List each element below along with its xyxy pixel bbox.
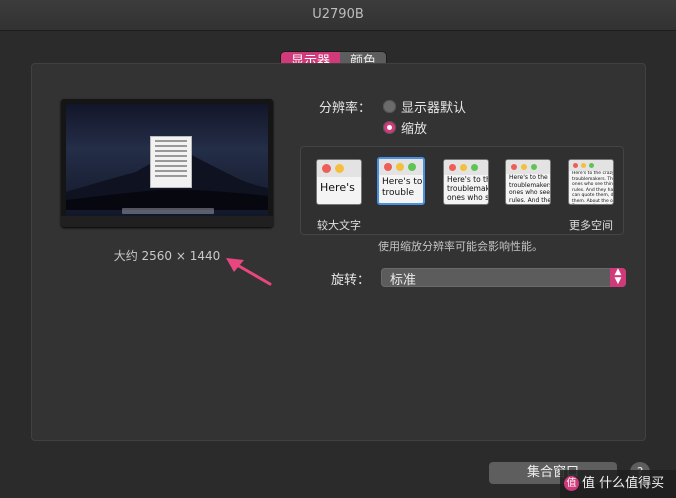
- scale-option-3[interactable]: Here's to th troublemak ones who se: [443, 159, 489, 205]
- more-space-caption: 更多空间: [569, 219, 613, 232]
- mini-document-window: [150, 136, 192, 188]
- chevron-updown-icon[interactable]: ▲ ▼: [610, 268, 626, 287]
- annotation-arrow-icon: [226, 258, 272, 286]
- monitor-screen: [66, 104, 268, 216]
- watermark: 值 值 什么值得买: [560, 470, 676, 498]
- larger-text-caption: 较大文字: [317, 219, 361, 232]
- resolution-label: 分辨率：: [319, 101, 372, 116]
- thumb-text: Here's to the crazy one troublemakers. T…: [572, 171, 613, 204]
- radio-button[interactable]: [383, 100, 396, 113]
- performance-note: 使用缩放分辨率可能会影响性能。: [378, 240, 543, 253]
- radio-scaled[interactable]: 缩放: [383, 118, 427, 137]
- thumb-text: Here's: [320, 181, 355, 194]
- scale-option-2[interactable]: Here's to trouble: [377, 157, 425, 205]
- dock-bar: [122, 208, 214, 214]
- rotation-label: 旋转：: [331, 273, 371, 288]
- thumb-text: Here's to th troublemak ones who se: [447, 175, 488, 202]
- scale-option-4[interactable]: Here's to the c troublemakers ones who s…: [505, 159, 551, 205]
- watermark-logo-icon: 值: [564, 476, 579, 491]
- radio-button-selected[interactable]: [383, 121, 396, 134]
- rotation-select[interactable]: 标准 ▲ ▼: [381, 268, 626, 288]
- window-title: U2790B: [0, 0, 676, 31]
- thumb-text: Here's to the c troublemakers ones who s…: [509, 174, 550, 204]
- rotation-value: 标准: [390, 273, 417, 288]
- monitor-bezel: [61, 216, 273, 227]
- watermark-text: 值 什么值得买: [582, 476, 665, 491]
- scale-options: Here's Here's to trouble Here's to th tr…: [300, 146, 624, 235]
- radio-default[interactable]: 显示器默认: [383, 97, 466, 116]
- scale-option-most-space[interactable]: Here's to the crazy one troublemakers. T…: [568, 159, 614, 205]
- scale-option-largest[interactable]: Here's: [316, 159, 362, 205]
- monitor-illustration: [61, 99, 273, 227]
- radio-scaled-label: 缩放: [401, 122, 428, 137]
- thumb-text: Here's to trouble: [382, 177, 423, 198]
- radio-default-label: 显示器默认: [401, 101, 467, 116]
